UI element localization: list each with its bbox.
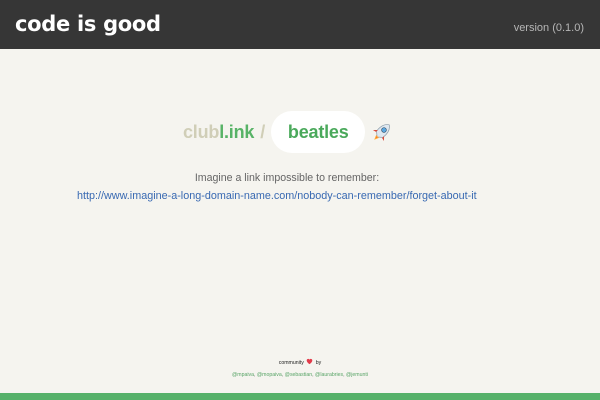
community-credit: community by — [0, 358, 600, 368]
contributors-list: @mpaiva, @mopaiva, @sebastian, @laurabri… — [0, 370, 600, 381]
heart-icon — [306, 358, 313, 365]
bottom-accent-bar — [0, 393, 600, 400]
domain-accent: l.ink — [219, 121, 255, 142]
contributor-link[interactable]: @sebastian — [285, 372, 312, 378]
intro-text: Imagine a link impossible to remember: — [194, 172, 380, 184]
shortener-page: code is good version (0.1.0) clubl.ink /… — [0, 0, 600, 400]
example-long-url[interactable]: http://www.imagine-a-long-domain-name.co… — [77, 189, 477, 203]
by-label: by — [315, 360, 322, 366]
community-footer: community by @mpaiva, @mopaiva, @sebasti… — [0, 358, 600, 381]
rocket-icon — [373, 123, 391, 141]
path-separator: / — [260, 121, 266, 142]
app-title: code is good — [15, 12, 161, 36]
short-link-preview: clubl.ink / beatles — [183, 110, 397, 153]
community-label: community — [278, 360, 304, 366]
contributor-link[interactable]: @mopaiva — [257, 372, 282, 378]
contributor-link[interactable]: @mpaiva — [232, 372, 254, 378]
contributor-link[interactable]: @laurabries — [315, 372, 343, 378]
short-domain: clubl.ink — [183, 122, 254, 142]
version-label: version (0.1.0) — [513, 22, 584, 34]
contributor-link[interactable]: @jemunti — [346, 372, 368, 378]
slug-pill[interactable]: beatles — [271, 110, 366, 153]
domain-prefix: club — [183, 121, 220, 142]
top-header: code is good version (0.1.0) — [0, 0, 600, 49]
